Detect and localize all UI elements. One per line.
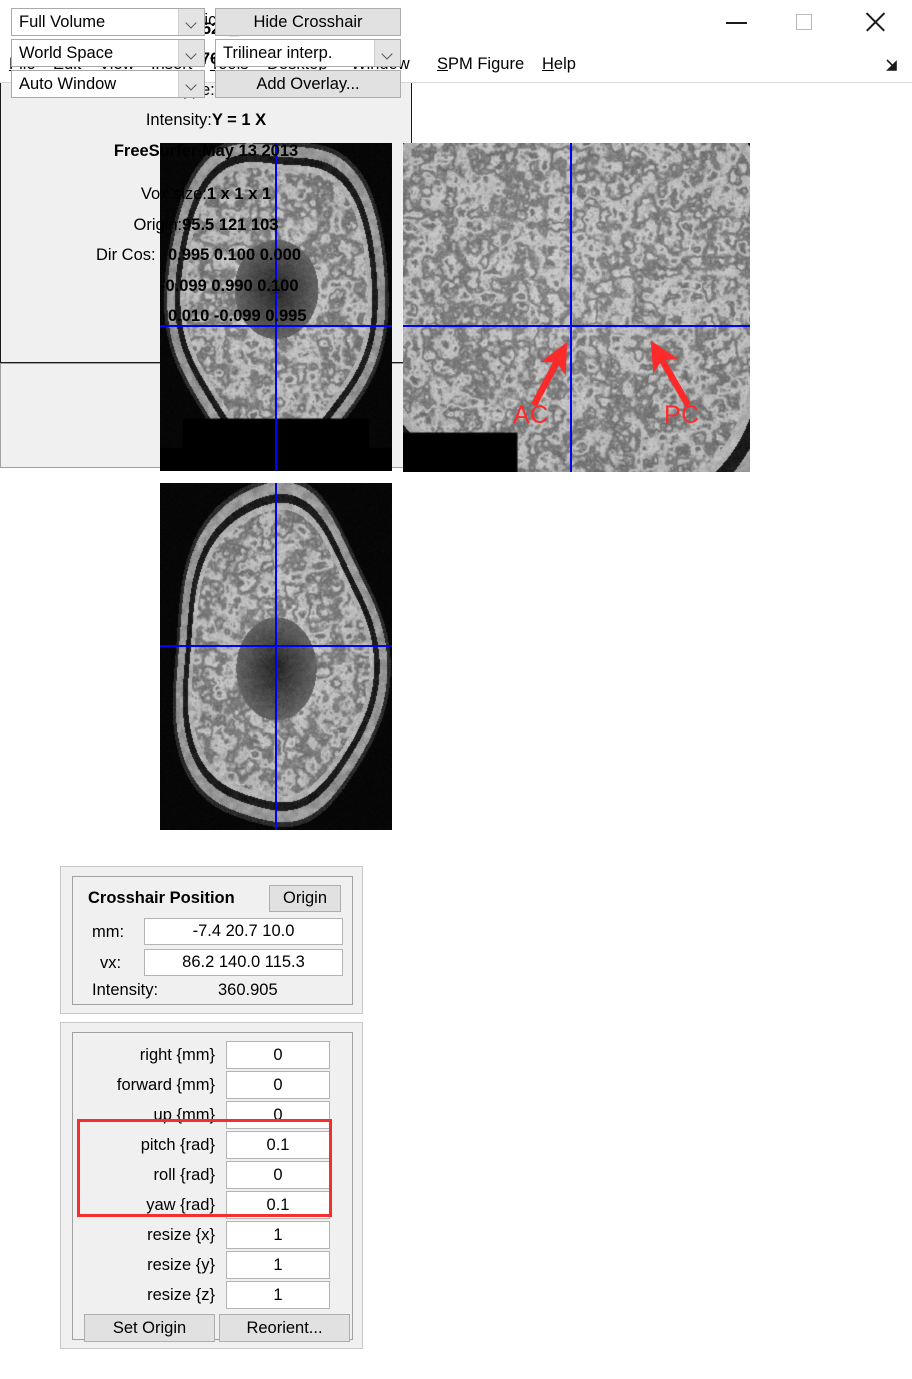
info-dircos-row1: 0.995 0.100 0.000	[168, 246, 302, 264]
chevron-down-icon	[178, 9, 204, 35]
label-resize-z: resize {z}	[147, 1286, 215, 1304]
field-right-mm[interactable]: 0	[226, 1041, 330, 1069]
menu-help[interactable]: Help	[542, 55, 576, 74]
label-forward-mm: forward {mm}	[116, 1076, 215, 1094]
field-yaw-rad[interactable]: 0.1	[226, 1191, 330, 1219]
volume-select[interactable]: Full Volume	[11, 8, 205, 36]
space-select[interactable]: World Space	[11, 39, 205, 67]
crosshair-position-panel: Crosshair Position Origin mm: -7.4 20.7 …	[60, 866, 363, 1014]
field-forward-mm[interactable]: 0	[226, 1071, 330, 1099]
chevron-down-icon	[178, 71, 204, 97]
info-origin: Origin:95.5 121 103	[133, 216, 279, 234]
interpolation-select[interactable]: Trilinear interp.	[215, 39, 401, 67]
mm-label: mm:	[92, 923, 125, 941]
label-resize-y: resize {y}	[147, 1256, 215, 1274]
info-dircos-row2: -0.099 0.990 0.100	[160, 277, 299, 295]
axial-crosshair-horizontal	[160, 645, 392, 647]
reorient-button[interactable]: Reorient...	[219, 1314, 350, 1342]
window-select[interactable]: Auto Window	[11, 70, 205, 98]
minimize-button[interactable]	[714, 0, 760, 45]
origin-button[interactable]: Origin	[269, 885, 341, 912]
field-pitch-rad[interactable]: 0.1	[226, 1131, 330, 1159]
set-origin-button[interactable]: Set Origin	[84, 1314, 215, 1342]
label-roll-rad: roll {rad}	[153, 1166, 215, 1184]
chevron-down-icon	[374, 40, 400, 66]
axial-crosshair-vertical	[275, 483, 277, 830]
label-pitch-rad: pitch {rad}	[140, 1136, 215, 1154]
mm-field[interactable]: -7.4 20.7 10.0	[144, 918, 343, 945]
sagittal-slice[interactable]: AC PC	[403, 143, 750, 472]
field-resize-z[interactable]: 1	[226, 1281, 330, 1309]
info-dircos-row3: 0.010 -0.099 0.995	[168, 307, 307, 325]
field-up-mm[interactable]: 0	[226, 1101, 330, 1129]
axial-slice[interactable]	[160, 483, 392, 830]
intensity-label: Intensity:	[92, 981, 159, 999]
hide-crosshair-button[interactable]: Hide Crosshair	[215, 8, 401, 36]
annotation-label-ac: AC	[513, 401, 549, 429]
info-dircos-label: Dir Cos:	[96, 246, 156, 264]
chevron-down-icon	[178, 40, 204, 66]
intensity-value: 360.905	[218, 981, 278, 999]
label-right-mm: right {mm}	[139, 1046, 215, 1064]
menu-spm-figure[interactable]: SPM Figure	[437, 55, 524, 74]
info-description: FreeSurfer May 13 2013	[113, 142, 299, 160]
crosshair-panel-title: Crosshair Position	[88, 889, 235, 907]
label-resize-x: resize {x}	[147, 1226, 215, 1244]
vx-field[interactable]: 86.2 140.0 115.3	[144, 949, 343, 976]
info-voxsize: Vox size:1 x 1 x 1	[140, 185, 272, 203]
label-yaw-rad: yaw {rad}	[146, 1196, 215, 1214]
close-button[interactable]	[853, 0, 899, 45]
add-overlay-button[interactable]: Add Overlay...	[215, 70, 401, 98]
annotation-label-pc: PC	[664, 401, 700, 429]
dock-arrow-icon[interactable]	[886, 58, 900, 72]
field-resize-x[interactable]: 1	[226, 1221, 330, 1249]
maximize-button[interactable]	[783, 0, 829, 45]
field-resize-y[interactable]: 1	[226, 1251, 330, 1279]
vx-label: vx:	[100, 954, 122, 972]
reorient-parameters-panel: right {mm} 0 forward {mm} 0 up {mm} 0 pi…	[60, 1022, 363, 1349]
field-roll-rad[interactable]: 0	[226, 1161, 330, 1189]
info-intensity: Intensity:Y = 1 X	[145, 111, 267, 129]
label-up-mm: up {mm}	[153, 1106, 215, 1124]
